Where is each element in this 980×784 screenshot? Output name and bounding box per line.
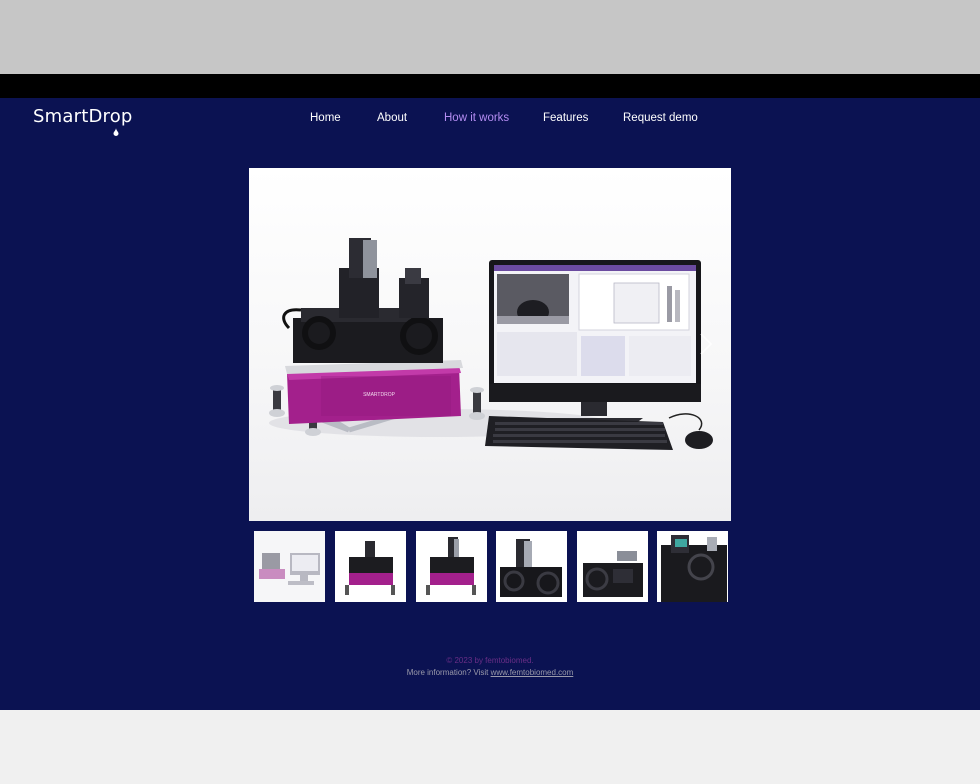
thumbnail-5[interactable] (577, 531, 648, 602)
browser-bar (0, 74, 980, 98)
nav-home[interactable]: Home (310, 112, 341, 124)
thumbnail-2[interactable] (335, 531, 406, 602)
thumbnail-6[interactable] (657, 531, 728, 602)
thumbnail-image (657, 531, 728, 602)
website-link[interactable]: www.femtobiomed.com (491, 668, 574, 677)
more-info-text: More information? Visit (406, 668, 491, 677)
thumbnail-3[interactable] (416, 531, 487, 602)
thumbnail-4[interactable] (496, 531, 567, 602)
next-arrow-icon[interactable] (696, 330, 716, 358)
copyright-text: © 2023 by femtobiomed. (446, 656, 534, 665)
nav-about[interactable]: About (377, 112, 407, 124)
smartdrop-product-photo: SMARTDROP (269, 238, 713, 450)
footer: © 2023 by femtobiomed. More information?… (0, 655, 980, 679)
top-margin (0, 0, 980, 74)
hero-image: SMARTDROP (249, 168, 731, 521)
svg-text:SMARTDROP: SMARTDROP (363, 392, 396, 398)
main-nav: Home About How it works Features Request… (0, 112, 980, 132)
website: SmartDrop Home About How it works Featur… (0, 98, 980, 710)
thumbnail-strip (254, 531, 730, 603)
bottom-margin (0, 710, 980, 784)
thumbnail-1[interactable] (254, 531, 325, 602)
thumbnail-image (254, 531, 325, 602)
nav-request-demo[interactable]: Request demo (623, 112, 698, 124)
thumbnail-image (496, 531, 567, 602)
nav-features[interactable]: Features (543, 112, 588, 124)
thumbnail-image (577, 531, 648, 602)
thumbnail-image (416, 531, 487, 602)
thumbnail-image (335, 531, 406, 602)
more-info-line: More information? Visit www.femtobiomed.… (0, 667, 980, 679)
nav-how-it-works[interactable]: How it works (444, 112, 509, 124)
